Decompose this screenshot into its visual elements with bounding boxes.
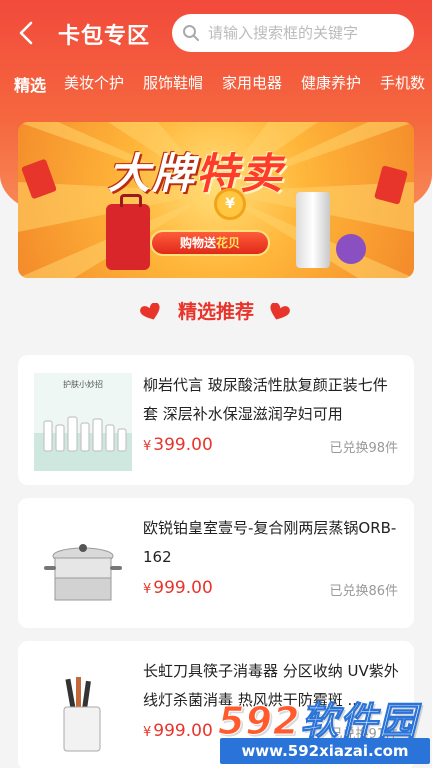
watermark-logo-text: 软件园 [300, 699, 418, 744]
heart-icon [270, 303, 290, 320]
heart-icon [140, 303, 160, 320]
tab-appliances[interactable]: 家用电器 [222, 72, 282, 93]
search-bar[interactable] [172, 14, 414, 52]
exchanged-count: 已兑换86件 [329, 584, 398, 599]
price-symbol: ¥ [143, 439, 152, 454]
product-thumbnail-skincare: 护肤小妙招 [34, 373, 132, 471]
watermark-logo-num: 592 [217, 699, 301, 744]
banner-title-part1: 大牌 [108, 149, 197, 198]
product-thumbnail-steamer [34, 516, 132, 614]
product-thumbnail-knife-sterilizer [34, 659, 132, 757]
coin-icon: ¥ [214, 188, 246, 220]
back-button[interactable] [12, 18, 42, 48]
product-card[interactable]: 欧锐铂皇室壹号-复合刚两层蒸锅ORB-162 ¥999.00 已兑换86件 [18, 498, 414, 628]
banner-cta-button[interactable]: 购物送花贝 [150, 230, 270, 256]
appliance-image [296, 192, 330, 268]
page-title: 卡包专区 [58, 24, 151, 49]
product-name: 柳岩代言 玻尿酸活性肽复颜正装七件套 深层补水保湿滋润孕妇可用 [143, 376, 388, 423]
price-value: 999.00 [153, 721, 213, 741]
chevron-left-icon [19, 21, 33, 45]
tab-apparel[interactable]: 服饰鞋帽 [143, 72, 203, 93]
promo-banner[interactable]: 大牌特卖 ¥ 购物送花贝 [18, 122, 414, 278]
tab-phones[interactable]: 手机数 [380, 72, 425, 93]
section-header: 精选推荐 [0, 296, 432, 328]
watermark-url: www.592xiazai.com [220, 738, 430, 764]
exchanged-count: 已兑换98件 [329, 441, 398, 456]
category-tabs: 精选 美妆个护 服饰鞋帽 家用电器 健康养护 手机数 [0, 72, 432, 98]
tab-featured[interactable]: 精选 [14, 72, 46, 96]
product-name: 欧锐铂皇室壹号-复合刚两层蒸锅ORB-162 [143, 519, 397, 566]
tab-beauty[interactable]: 美妆个护 [64, 72, 124, 93]
banner-title: 大牌特卖 [108, 140, 284, 201]
price-value: 399.00 [153, 435, 213, 455]
product-price: ¥999.00 [143, 721, 213, 741]
luggage-image [106, 194, 150, 270]
tab-health[interactable]: 健康养护 [301, 72, 361, 93]
vacuum-image [336, 234, 366, 264]
price-value: 999.00 [153, 578, 213, 598]
product-price: ¥999.00 [143, 578, 213, 598]
section-title: 精选推荐 [177, 301, 254, 323]
site-watermark: 592软件园 www.592xiazai.com [212, 690, 432, 768]
product-card[interactable]: 护肤小妙招 柳岩代言 玻尿酸活性肽复颜正装七件套 深层补水保湿滋润孕妇可用 ¥3… [18, 355, 414, 485]
banner-cta-highlight: 花贝 [216, 236, 241, 250]
product-thumbnail-caption: 护肤小妙招 [63, 379, 103, 389]
search-input[interactable] [208, 24, 408, 42]
search-icon [183, 25, 199, 41]
watermark-logo: 592软件园 [217, 690, 418, 745]
price-symbol: ¥ [143, 582, 152, 597]
top-bar: 卡包专区 [0, 12, 432, 56]
product-price: ¥399.00 [143, 435, 213, 455]
price-symbol: ¥ [143, 725, 152, 740]
banner-cta-prefix: 购物送 [179, 236, 216, 250]
